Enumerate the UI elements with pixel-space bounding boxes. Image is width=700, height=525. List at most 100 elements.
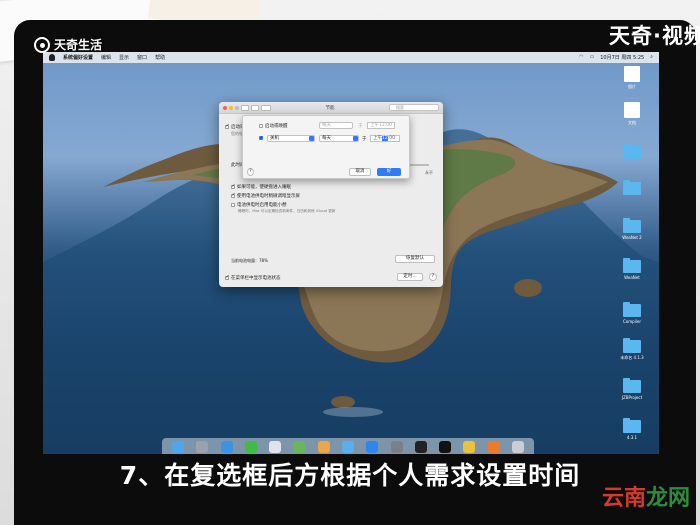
dim-display-checkbox[interactable] [231, 192, 236, 198]
desktop-item-label: 图片 [628, 84, 636, 89]
app-store-icon[interactable] [366, 441, 379, 453]
watermark-right: 天奇·视频 [609, 24, 700, 48]
shutdown-time-field[interactable]: 上午12:00 [370, 135, 400, 142]
menu-help[interactable]: 帮助 [155, 54, 165, 61]
shutdown-action-select[interactable]: 关机 [267, 135, 315, 142]
menu-window[interactable]: 窗口 [137, 54, 147, 61]
desktop-item[interactable]: Compiler [617, 302, 647, 324]
spotlight-icon[interactable]: ⌕ [650, 54, 653, 61]
restore-defaults-button[interactable]: 恢复默认 [395, 255, 435, 263]
qq-icon[interactable] [439, 441, 452, 453]
brand-watermark: 云南龙网 [601, 486, 690, 511]
menu-bar: 系统偏好设置 编辑 显示 窗口 帮助 ◠ ▭ 10月7日 周四 5:25 ⌕ [43, 52, 659, 63]
folder-icon [623, 418, 641, 433]
schedule-row-shutdown [259, 135, 265, 142]
ok-button[interactable]: 好 [377, 168, 401, 176]
finder-icon[interactable] [172, 441, 185, 453]
watermark-left-text: 天奇生活 [54, 38, 103, 52]
forward-button[interactable] [251, 104, 259, 111]
menu-app-name[interactable]: 系统偏好设置 [63, 54, 93, 61]
maps-icon[interactable] [293, 441, 306, 453]
firefox-icon[interactable] [487, 441, 500, 453]
logo-icon [34, 36, 50, 53]
desktop-item[interactable]: JZBProject [617, 378, 647, 400]
search-input[interactable]: 搜索 [389, 104, 439, 111]
launchpad-icon[interactable] [196, 441, 209, 453]
power-nap-desc: 睡眠时，Mac 可以定期检查新邮件、日历和其他 iCloud 更新 [238, 209, 336, 213]
apple-icon[interactable] [49, 54, 55, 61]
trash-icon[interactable] [511, 441, 524, 453]
close-icon[interactable] [223, 105, 227, 110]
schedule-row-startup: 启动或唤醒 [259, 123, 288, 129]
shutdown-time-prefix: 于 [362, 137, 367, 142]
menu-view[interactable]: 显示 [119, 54, 129, 61]
desktop-item[interactable] [617, 144, 647, 161]
wifi-icon[interactable]: ◠ [579, 54, 583, 61]
schedule-sheet: 启动或唤醒 每天 于 上午12:00 关机 每天 于 上午12:00 ? 取消 … [242, 115, 410, 179]
desktop-item[interactable]: WeaNet 2 [617, 218, 647, 240]
photos-icon[interactable] [317, 441, 330, 453]
desktop-item[interactable] [617, 180, 647, 197]
folder-icon [623, 302, 641, 317]
option-hard-disk[interactable]: 如果可能，使硬盘进入睡眠 [231, 183, 291, 190]
mac-screen: 系统偏好设置 编辑 显示 窗口 帮助 ◠ ▭ 10月7日 周四 5:25 ⌕ 节… [43, 52, 659, 454]
sheet-help-button[interactable]: ? [247, 168, 254, 176]
dock [162, 438, 534, 454]
hard-disk-checkbox[interactable] [231, 183, 236, 189]
desktop-item[interactable]: 4.3.1 [617, 418, 647, 440]
back-button[interactable] [241, 104, 249, 111]
startup-time-prefix: 于 [358, 124, 363, 129]
option-dim-display[interactable]: 使用电池供电时稍微调暗显示屏 [231, 192, 300, 199]
safari-icon[interactable] [220, 441, 233, 453]
battery-level: 当前电池电量：78% [231, 258, 268, 263]
caption-subtitle: 7、在复选框后方根据个人需求设置时间 [119, 461, 581, 490]
shutdown-checkbox[interactable] [259, 135, 264, 141]
desktop-item[interactable]: 未命名 4.1.3 [617, 338, 647, 361]
desktop-item[interactable]: 图片 [617, 66, 647, 90]
startup-day-select[interactable]: 每天 [319, 122, 353, 129]
menu-edit[interactable]: 编辑 [101, 54, 111, 61]
window-controls [223, 105, 239, 110]
folder-icon [623, 258, 641, 273]
desktop-item-label: 4.3.1 [626, 435, 638, 440]
grid-view-button[interactable] [261, 104, 271, 111]
shutdown-day-select[interactable]: 每天 [319, 135, 359, 142]
cancel-button[interactable]: 取消 [349, 168, 371, 176]
folder-icon [623, 180, 641, 195]
folder-icon [623, 218, 641, 233]
slider-never-label: 永不 [425, 170, 433, 175]
files-icon[interactable] [341, 441, 354, 453]
battery-icon[interactable]: ▭ [590, 54, 595, 61]
terminal-icon[interactable] [414, 441, 427, 453]
window-titlebar: 节能 搜索 [219, 102, 443, 114]
startup-checkbox[interactable] [259, 123, 263, 128]
desktop-item-label: WeaNet [624, 275, 640, 280]
menu-clock[interactable]: 10月7日 周四 5:25 [600, 54, 644, 61]
desktop-item-label: WeaNet 2 [622, 235, 642, 240]
document-icon [624, 102, 640, 118]
minimize-icon[interactable] [229, 105, 233, 110]
power-nap-checkbox[interactable] [231, 202, 235, 207]
schedule-button[interactable]: 定时... [397, 273, 423, 281]
auto-switch-checkbox[interactable] [225, 123, 230, 129]
chrome-icon[interactable] [463, 441, 476, 453]
desktop-item[interactable]: WeaNet [617, 258, 647, 280]
show-battery-checkbox[interactable] [225, 274, 230, 280]
desktop-item-label: 文档 [628, 120, 636, 125]
window-title: 节能 [325, 105, 335, 111]
folder-icon [623, 378, 641, 393]
folder-icon [623, 144, 641, 159]
startup-time-field[interactable]: 上午12:00 [367, 122, 395, 129]
help-button[interactable]: ? [429, 273, 437, 281]
wechat-icon[interactable] [244, 441, 257, 453]
system-preferences-icon[interactable] [390, 441, 403, 453]
option-power-nap[interactable]: 电池供电时启用电能小憩 [231, 202, 287, 208]
photo-frame: 天奇生活 天奇·视频 系统偏好设置 编辑 显示 窗口 帮助 ◠ ▭ 10月7日 … [0, 0, 700, 525]
desktop-item-label: 未命名 4.1.3 [620, 355, 644, 360]
document-icon [624, 66, 640, 82]
show-battery-option[interactable]: 在菜单栏中显示电池状态 [225, 274, 281, 281]
zoom-icon[interactable] [235, 105, 239, 110]
mail-icon[interactable] [269, 441, 282, 453]
chevron-updown-icon [353, 136, 358, 141]
desktop-item[interactable]: 文档 [617, 102, 647, 126]
